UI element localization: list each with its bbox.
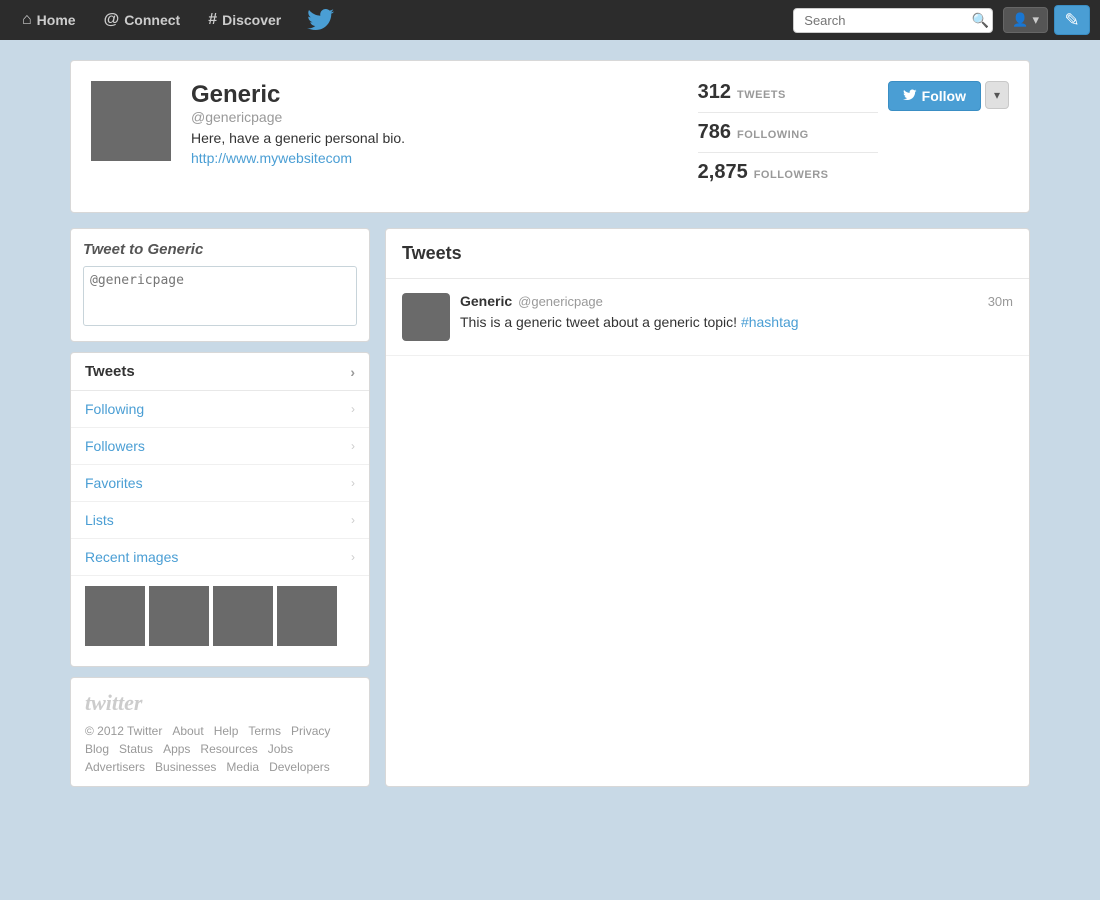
tweet-avatar [402, 293, 450, 341]
profile-stats: 312 TWEETS 786 FOLLOWING 2,875 FOLLOWERS [698, 81, 878, 192]
footer-link-advertisers[interactable]: Advertisers [85, 760, 145, 774]
chevron-right-icon: › [350, 364, 355, 380]
followers-count: 2,875 [698, 161, 748, 184]
profile-info: Generic @genericpage Here, have a generi… [191, 81, 678, 166]
tweets-count: 312 [698, 81, 731, 104]
tweet-item: Generic @genericpage 30m This is a gener… [386, 279, 1029, 356]
tweets-stat: 312 TWEETS [698, 81, 878, 113]
twitter-bird-logo [307, 8, 335, 32]
image-thumb-1[interactable] [85, 586, 145, 646]
compose-button[interactable]: ✎ [1054, 5, 1090, 35]
sidebar-item-favorites[interactable]: Favorites › [71, 465, 369, 502]
tweet-box-title: Tweet to Generic [83, 241, 357, 258]
image-thumb-3[interactable] [213, 586, 273, 646]
footer-link-media[interactable]: Media [226, 760, 259, 774]
images-grid [71, 576, 369, 656]
footer-link-terms[interactable]: Terms [248, 724, 281, 738]
footer-link-jobs[interactable]: Jobs [268, 742, 293, 756]
following-stat: 786 FOLLOWING [698, 121, 878, 153]
tweet-text: This is a generic tweet about a generic … [460, 313, 1013, 333]
footer-link-apps[interactable]: Apps [163, 742, 190, 756]
left-sidebar: Tweet to Generic Tweets › Following › Fo… [70, 228, 370, 787]
footer-link-status[interactable]: Status [119, 742, 153, 756]
tweet-hashtag[interactable]: #hashtag [741, 314, 799, 330]
recent-images-header[interactable]: Recent images › [71, 539, 369, 576]
image-thumb-4[interactable] [277, 586, 337, 646]
profile-username: @genericpage [191, 109, 678, 125]
sidebar-footer: twitter © 2012 Twitter About Help Terms … [70, 677, 370, 787]
nav-connect[interactable]: @ Connect [92, 0, 193, 40]
tweet-content: Generic @genericpage 30m This is a gener… [460, 293, 1013, 341]
profile-avatar [91, 81, 171, 161]
bird-icon [903, 88, 917, 104]
profile-actions: Follow ▾ [888, 81, 1009, 111]
twitter-footer-logo: twitter [85, 690, 355, 716]
footer-link-developers[interactable]: Developers [269, 760, 330, 774]
profile-dropdown-button[interactable]: ▾ [985, 81, 1009, 109]
at-icon: @ [104, 11, 120, 29]
dropdown-arrow-icon: ▾ [1032, 12, 1039, 28]
image-thumb-2[interactable] [149, 586, 209, 646]
sidebar-menu-header[interactable]: Tweets › [71, 353, 369, 391]
profile-header: Generic @genericpage Here, have a generi… [70, 60, 1030, 213]
tweet-time: 30m [988, 294, 1013, 309]
sidebar-item-lists[interactable]: Lists › [71, 502, 369, 539]
footer-link-resources[interactable]: Resources [200, 742, 257, 756]
footer-link-about[interactable]: About [172, 724, 203, 738]
followers-stat: 2,875 FOLLOWERS [698, 161, 878, 192]
following-label: FOLLOWING [737, 129, 809, 141]
search-button[interactable]: 🔍 [972, 12, 989, 29]
chevron-right-icon: › [351, 513, 355, 527]
footer-link-privacy[interactable]: Privacy [291, 724, 330, 738]
nav-home[interactable]: ⌂ Home [10, 0, 88, 40]
account-button[interactable]: 👤 ▾ [1003, 7, 1048, 33]
tweet-meta: Generic @genericpage 30m [460, 293, 1013, 309]
chevron-right-icon: › [351, 402, 355, 416]
followers-label: FOLLOWERS [754, 169, 829, 181]
profile-url[interactable]: http://www.mywebsitecom [191, 150, 352, 166]
hash-icon: # [208, 11, 217, 29]
footer-link-businesses[interactable]: Businesses [155, 760, 216, 774]
tweets-panel: Tweets Generic @genericpage 30m This is … [385, 228, 1030, 787]
chevron-right-icon: › [351, 550, 355, 564]
tweet-textarea[interactable] [83, 266, 357, 326]
footer-links: © 2012 Twitter About Help Terms Privacy … [85, 724, 355, 774]
compose-icon: ✎ [1064, 10, 1079, 31]
sidebar-menu: Tweets › Following › Followers › Favorit… [70, 352, 370, 667]
footer-link-blog[interactable]: Blog [85, 742, 109, 756]
navbar: ⌂ Home @ Connect # Discover 🔍 👤 ▾ ✎ [0, 0, 1100, 40]
follow-button[interactable]: Follow [888, 81, 981, 111]
search-input[interactable] [793, 8, 993, 33]
home-icon: ⌂ [22, 11, 32, 29]
sidebar-item-following[interactable]: Following › [71, 391, 369, 428]
tweet-author-name: Generic [460, 293, 512, 309]
tweets-label: TWEETS [737, 89, 786, 101]
profile-name: Generic [191, 81, 678, 109]
search-area: 🔍 [793, 8, 993, 33]
nav-discover[interactable]: # Discover [196, 0, 293, 40]
tweets-panel-header: Tweets [386, 229, 1029, 279]
chevron-right-icon: › [351, 476, 355, 490]
following-count: 786 [698, 121, 731, 144]
tweet-author-handle: @genericpage [518, 294, 603, 309]
caret-down-icon: ▾ [994, 88, 1000, 102]
person-icon: 👤 [1012, 12, 1028, 28]
profile-bio: Here, have a generic personal bio. [191, 130, 678, 146]
recent-images-section: Recent images › [71, 539, 369, 666]
sidebar-item-followers[interactable]: Followers › [71, 428, 369, 465]
tweet-box: Tweet to Generic [70, 228, 370, 342]
chevron-right-icon: › [351, 439, 355, 453]
footer-link-help[interactable]: Help [214, 724, 239, 738]
copyright: © 2012 Twitter [85, 724, 162, 738]
